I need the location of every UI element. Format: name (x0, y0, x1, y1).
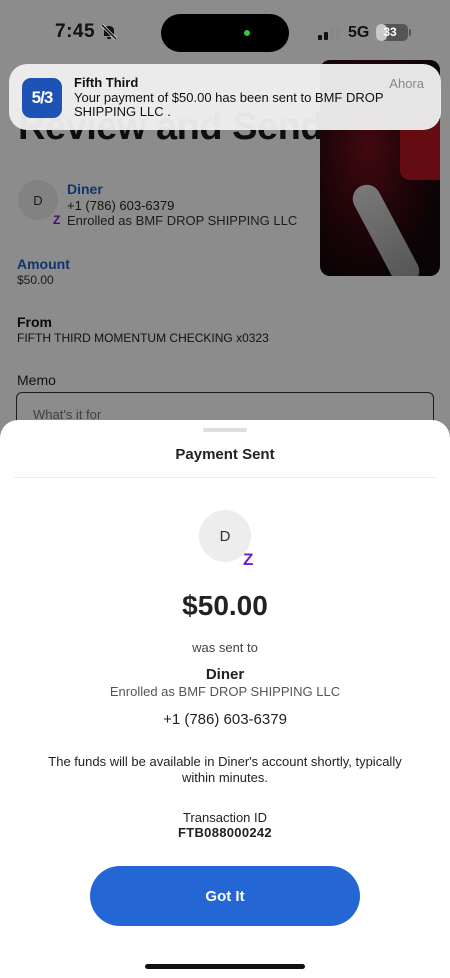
got-it-button[interactable]: Got It (90, 866, 360, 926)
battery-nub-icon (409, 29, 411, 36)
notification-time: Ahora (389, 76, 424, 91)
status-time: 7:45 (55, 21, 96, 42)
status-bar: 7:45 5G 33 (0, 0, 450, 62)
zelle-icon: Z (243, 550, 254, 569)
notification-app-name: Fifth Third (74, 75, 139, 90)
camera-indicator-icon (244, 30, 250, 36)
push-notification[interactable]: 5/3 Fifth Third Ahora Your payment of $5… (9, 64, 441, 130)
payment-sent-sheet: Payment Sent D Z $50.00 was sent to Dine… (0, 420, 450, 978)
transaction-id: FTB088000242 (178, 825, 272, 840)
dynamic-island (161, 14, 289, 52)
network-label: 5G (348, 24, 370, 41)
divider (14, 477, 436, 478)
sheet-grabber[interactable] (203, 428, 247, 432)
recipient-enrolled: Enrolled as BMF DROP SHIPPING LLC (109, 684, 341, 699)
payment-amount: $50.00 (182, 590, 268, 621)
sheet-title: Payment Sent (175, 446, 275, 463)
recipient-name: Diner (205, 666, 245, 683)
sent-to-text: was sent to (192, 640, 258, 655)
bell-off-icon (100, 23, 118, 41)
battery-level: 33 (383, 25, 397, 39)
battery-icon: 33 (376, 24, 408, 41)
notification-message: Your payment of $50.00 has been sent to … (74, 90, 384, 119)
home-indicator[interactable] (145, 964, 305, 969)
recipient-phone: +1 (786) 603-6379 (163, 711, 287, 728)
fifth-third-logo-icon: 5/3 (22, 78, 62, 118)
funds-availability-note: The funds will be available in Diner's a… (48, 754, 402, 785)
transaction-id-label: Transaction ID (182, 810, 268, 825)
signal-icon (318, 26, 340, 40)
